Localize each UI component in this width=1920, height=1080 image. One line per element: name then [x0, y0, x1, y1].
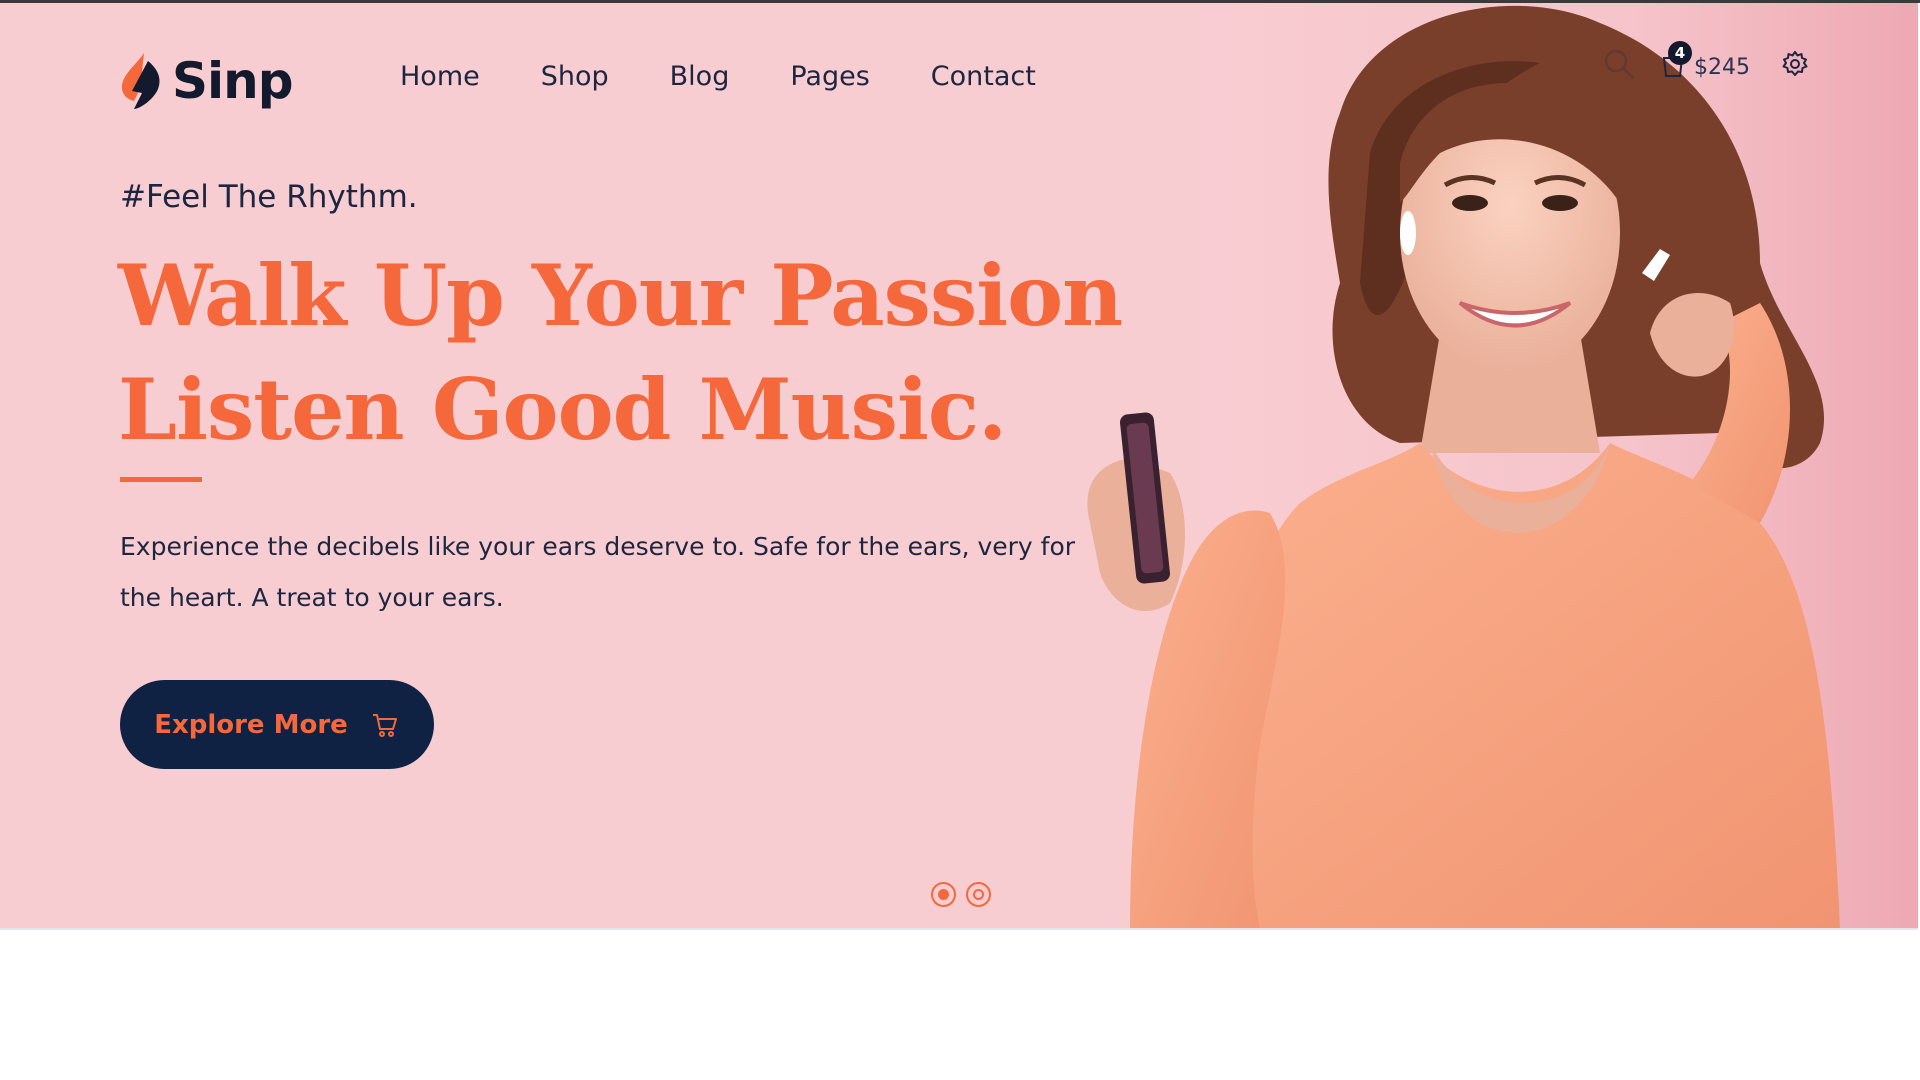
hero-description: Experience the decibels like your ears d…	[120, 532, 1076, 612]
cart-button[interactable]: 4 $245	[1658, 40, 1750, 80]
hero-headline: Walk Up Your Passion Listen Good Music.	[118, 239, 1123, 467]
brand-logo[interactable]: Sinp	[118, 51, 294, 111]
headline-line-2: Listen Good Music.	[118, 360, 1007, 459]
hero-photo	[1087, 5, 1840, 928]
nav-shop[interactable]: Shop	[541, 61, 609, 92]
slider-dot-1[interactable]	[931, 882, 956, 907]
nav-contact[interactable]: Contact	[931, 61, 1036, 92]
explore-more-button[interactable]: Explore More	[120, 680, 434, 769]
header-actions: 4 $245	[1602, 40, 1810, 81]
search-icon[interactable]	[1602, 47, 1636, 81]
brand-name: Sinp	[172, 52, 294, 110]
nav-blog[interactable]: Blog	[670, 61, 730, 92]
cart-count-badge: 4	[1668, 40, 1692, 65]
main-nav: Home Shop Blog Pages Contact	[400, 61, 1097, 92]
gear-icon[interactable]	[1780, 49, 1810, 79]
headline-underline	[120, 477, 202, 482]
slider-dot-2[interactable]	[966, 882, 991, 907]
shopping-cart-icon	[372, 713, 397, 737]
cart-total: $245	[1694, 54, 1750, 80]
slider-pagination	[931, 882, 991, 907]
section-divider	[0, 928, 1918, 930]
hero-tagline: #Feel The Rhythm.	[120, 179, 418, 215]
nav-home[interactable]: Home	[400, 61, 480, 92]
nav-pages[interactable]: Pages	[790, 61, 869, 92]
hero-banner: Sinp Home Shop Blog Pages Contact 4 $245…	[0, 3, 1918, 928]
headline-line-1: Walk Up Your Passion	[118, 246, 1123, 345]
logo-mark-icon	[121, 53, 160, 109]
explore-more-label: Explore More	[154, 709, 348, 740]
